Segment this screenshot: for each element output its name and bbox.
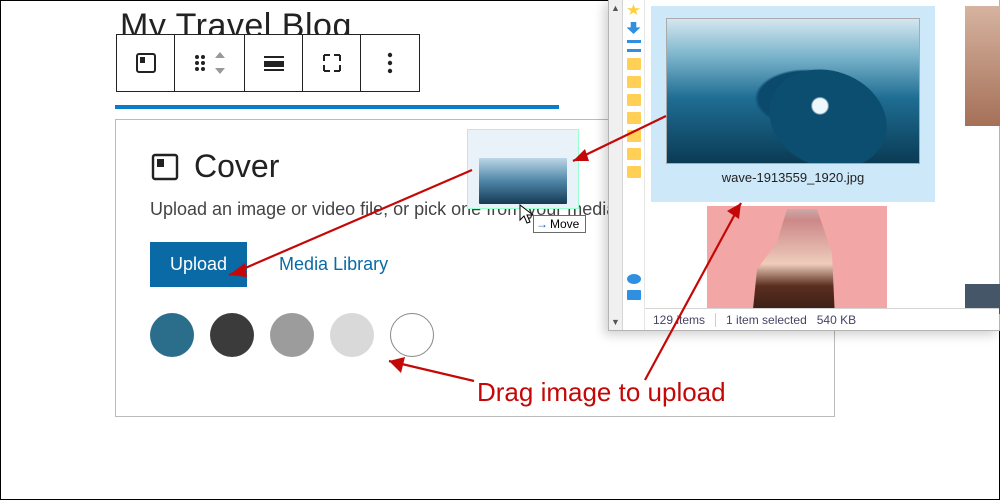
more-options-button[interactable] — [361, 35, 419, 91]
documents-icon[interactable] — [627, 40, 641, 52]
swatch-teal[interactable] — [150, 313, 194, 357]
scroll-down-icon[interactable]: ▼ — [609, 314, 622, 330]
folder-icon[interactable] — [627, 94, 641, 106]
folder-icon[interactable] — [627, 76, 641, 88]
folder-icon[interactable] — [627, 58, 641, 70]
status-selected-size: 540 KB — [817, 313, 856, 327]
move-arrow-icon: → — [536, 217, 548, 231]
annotation-arrow — [561, 111, 671, 176]
swatch-dark[interactable] — [210, 313, 254, 357]
more-icon — [387, 52, 393, 74]
annotation-arrow — [635, 195, 755, 390]
cover-block-icon-button[interactable] — [117, 35, 175, 91]
scroll-up-icon[interactable]: ▲ — [609, 0, 622, 16]
annotation-arrow — [217, 165, 477, 290]
file-name-label: wave-1913559_1920.jpg — [722, 170, 864, 185]
annotation-text: Drag image to upload — [477, 377, 726, 408]
fullwidth-button[interactable] — [303, 35, 361, 91]
cover-icon — [150, 152, 180, 182]
fullwidth-icon — [320, 51, 344, 75]
align-button[interactable] — [245, 35, 303, 91]
drag-move-badge: → Move — [533, 215, 586, 233]
block-toolbar — [116, 34, 420, 92]
file-item-selected[interactable]: wave-1913559_1920.jpg — [651, 6, 935, 202]
file-thumbnail-wave — [666, 18, 920, 164]
downloads-icon[interactable] — [627, 22, 641, 34]
file-item-cropped-right[interactable] — [965, 6, 1000, 126]
align-icon — [262, 54, 286, 72]
swatch-gray[interactable] — [270, 313, 314, 357]
quick-access-icon[interactable] — [627, 4, 641, 16]
swatch-lightgray[interactable] — [330, 313, 374, 357]
move-badge-label: Move — [550, 217, 579, 231]
drag-handle-icon — [193, 53, 207, 73]
move-up-down-icon — [213, 49, 227, 77]
toolbar-drag-reorder[interactable] — [175, 35, 245, 91]
annotation-arrow — [379, 351, 479, 396]
drag-ghost-image — [479, 158, 567, 204]
cover-icon — [134, 51, 158, 75]
block-selection-accent — [115, 105, 559, 109]
